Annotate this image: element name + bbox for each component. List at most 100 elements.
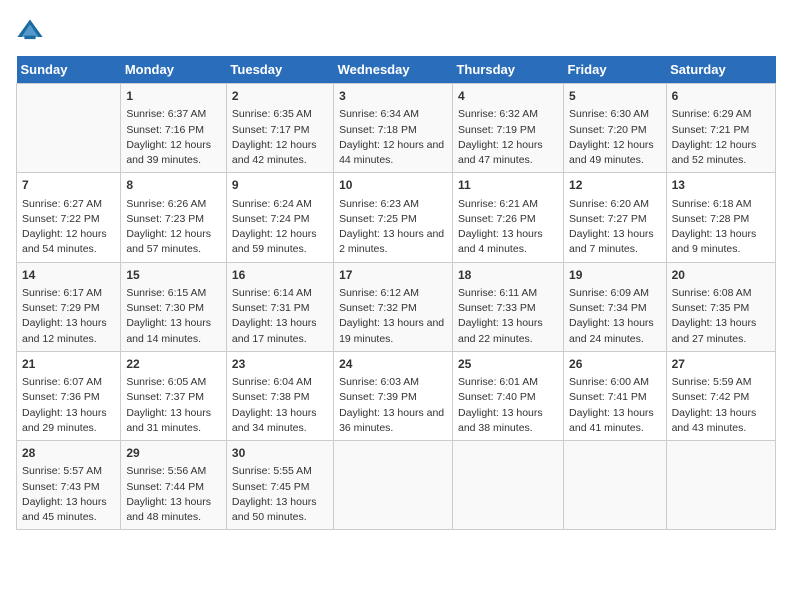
- day-cell: 18 Sunrise: 6:11 AMSunset: 7:33 PMDayligh…: [452, 262, 563, 351]
- day-cell: 13 Sunrise: 6:18 AMSunset: 7:28 PMDayligh…: [666, 173, 775, 262]
- day-number: 3: [339, 88, 447, 105]
- day-info: Sunrise: 5:59 AMSunset: 7:42 PMDaylight:…: [672, 375, 770, 436]
- week-row-2: 14 Sunrise: 6:17 AMSunset: 7:29 PMDayligh…: [17, 262, 776, 351]
- day-number: 6: [672, 88, 770, 105]
- day-info: Sunrise: 6:11 AMSunset: 7:33 PMDaylight:…: [458, 286, 558, 347]
- day-info: Sunrise: 5:56 AMSunset: 7:44 PMDaylight:…: [126, 464, 221, 525]
- day-number: 11: [458, 177, 558, 194]
- day-number: 27: [672, 356, 770, 373]
- day-info: Sunrise: 5:57 AMSunset: 7:43 PMDaylight:…: [22, 464, 115, 525]
- day-info: Sunrise: 6:34 AMSunset: 7:18 PMDaylight:…: [339, 107, 447, 168]
- week-row-0: 1Sunrise: 6:37 AMSunset: 7:16 PMDaylight…: [17, 84, 776, 173]
- day-cell: 15 Sunrise: 6:15 AMSunset: 7:30 PMDayligh…: [121, 262, 227, 351]
- day-cell: 16 Sunrise: 6:14 AMSunset: 7:31 PMDayligh…: [226, 262, 333, 351]
- day-number: 18: [458, 267, 558, 284]
- day-cell: 2 Sunrise: 6:35 AMSunset: 7:17 PMDaylight…: [226, 84, 333, 173]
- day-number: 26: [569, 356, 661, 373]
- day-info: Sunrise: 6:00 AMSunset: 7:41 PMDaylight:…: [569, 375, 661, 436]
- day-cell: [334, 441, 453, 530]
- day-info: Sunrise: 6:18 AMSunset: 7:28 PMDaylight:…: [672, 197, 770, 258]
- day-cell: 28 Sunrise: 5:57 AMSunset: 7:43 PMDayligh…: [17, 441, 121, 530]
- day-number: 24: [339, 356, 447, 373]
- calendar-table: SundayMondayTuesdayWednesdayThursdayFrid…: [16, 56, 776, 530]
- day-number: 10: [339, 177, 447, 194]
- day-cell: 11 Sunrise: 6:21 AMSunset: 7:26 PMDayligh…: [452, 173, 563, 262]
- day-cell: 19 Sunrise: 6:09 AMSunset: 7:34 PMDayligh…: [564, 262, 667, 351]
- day-cell: [17, 84, 121, 173]
- day-number: 14: [22, 267, 115, 284]
- day-info: Sunrise: 6:37 AMSunset: 7:16 PMDaylight:…: [126, 107, 221, 168]
- day-cell: 17Sunrise: 6:12 AMSunset: 7:32 PMDayligh…: [334, 262, 453, 351]
- day-number: 7: [22, 177, 115, 194]
- header-day-sunday: Sunday: [17, 56, 121, 84]
- day-cell: 23 Sunrise: 6:04 AMSunset: 7:38 PMDayligh…: [226, 351, 333, 440]
- day-info: Sunrise: 5:55 AMSunset: 7:45 PMDaylight:…: [232, 464, 328, 525]
- week-row-3: 21Sunrise: 6:07 AMSunset: 7:36 PMDayligh…: [17, 351, 776, 440]
- day-cell: 14 Sunrise: 6:17 AMSunset: 7:29 PMDayligh…: [17, 262, 121, 351]
- day-info: Sunrise: 6:17 AMSunset: 7:29 PMDaylight:…: [22, 286, 115, 347]
- day-number: 30: [232, 445, 328, 462]
- day-info: Sunrise: 6:05 AMSunset: 7:37 PMDaylight:…: [126, 375, 221, 436]
- calendar-body: 1Sunrise: 6:37 AMSunset: 7:16 PMDaylight…: [17, 84, 776, 530]
- day-cell: 22 Sunrise: 6:05 AMSunset: 7:37 PMDayligh…: [121, 351, 227, 440]
- day-cell: 5 Sunrise: 6:30 AMSunset: 7:20 PMDaylight…: [564, 84, 667, 173]
- day-cell: 20Sunrise: 6:08 AMSunset: 7:35 PMDayligh…: [666, 262, 775, 351]
- day-cell: 7 Sunrise: 6:27 AMSunset: 7:22 PMDaylight…: [17, 173, 121, 262]
- day-info: Sunrise: 6:26 AMSunset: 7:23 PMDaylight:…: [126, 197, 221, 258]
- day-info: Sunrise: 6:32 AMSunset: 7:19 PMDaylight:…: [458, 107, 558, 168]
- day-info: Sunrise: 6:14 AMSunset: 7:31 PMDaylight:…: [232, 286, 328, 347]
- day-info: Sunrise: 6:29 AMSunset: 7:21 PMDaylight:…: [672, 107, 770, 168]
- day-cell: 10 Sunrise: 6:23 AMSunset: 7:25 PMDayligh…: [334, 173, 453, 262]
- day-cell: 27 Sunrise: 5:59 AMSunset: 7:42 PMDayligh…: [666, 351, 775, 440]
- day-info: Sunrise: 6:24 AMSunset: 7:24 PMDaylight:…: [232, 197, 328, 258]
- day-cell: 8 Sunrise: 6:26 AMSunset: 7:23 PMDaylight…: [121, 173, 227, 262]
- day-info: Sunrise: 6:27 AMSunset: 7:22 PMDaylight:…: [22, 197, 115, 258]
- day-number: 2: [232, 88, 328, 105]
- logo: [16, 16, 46, 44]
- day-cell: 3 Sunrise: 6:34 AMSunset: 7:18 PMDaylight…: [334, 84, 453, 173]
- week-row-1: 7 Sunrise: 6:27 AMSunset: 7:22 PMDaylight…: [17, 173, 776, 262]
- day-cell: [564, 441, 667, 530]
- day-cell: 4Sunrise: 6:32 AMSunset: 7:19 PMDaylight…: [452, 84, 563, 173]
- day-number: 5: [569, 88, 661, 105]
- day-number: 8: [126, 177, 221, 194]
- day-info: Sunrise: 6:30 AMSunset: 7:20 PMDaylight:…: [569, 107, 661, 168]
- day-info: Sunrise: 6:12 AMSunset: 7:32 PMDaylight:…: [339, 286, 447, 347]
- day-info: Sunrise: 6:35 AMSunset: 7:17 PMDaylight:…: [232, 107, 328, 168]
- day-info: Sunrise: 6:15 AMSunset: 7:30 PMDaylight:…: [126, 286, 221, 347]
- day-cell: 24 Sunrise: 6:03 AMSunset: 7:39 PMDayligh…: [334, 351, 453, 440]
- day-number: 28: [22, 445, 115, 462]
- day-info: Sunrise: 6:23 AMSunset: 7:25 PMDaylight:…: [339, 197, 447, 258]
- day-cell: 25 Sunrise: 6:01 AMSunset: 7:40 PMDayligh…: [452, 351, 563, 440]
- day-cell: 30 Sunrise: 5:55 AMSunset: 7:45 PMDayligh…: [226, 441, 333, 530]
- day-number: 29: [126, 445, 221, 462]
- logo-icon: [16, 16, 44, 44]
- day-cell: 6 Sunrise: 6:29 AMSunset: 7:21 PMDaylight…: [666, 84, 775, 173]
- header-day-wednesday: Wednesday: [334, 56, 453, 84]
- day-cell: 9Sunrise: 6:24 AMSunset: 7:24 PMDaylight…: [226, 173, 333, 262]
- day-number: 19: [569, 267, 661, 284]
- day-number: 25: [458, 356, 558, 373]
- day-number: 21: [22, 356, 115, 373]
- header-day-monday: Monday: [121, 56, 227, 84]
- day-info: Sunrise: 6:03 AMSunset: 7:39 PMDaylight:…: [339, 375, 447, 436]
- calendar-header-row: SundayMondayTuesdayWednesdayThursdayFrid…: [17, 56, 776, 84]
- day-info: Sunrise: 6:04 AMSunset: 7:38 PMDaylight:…: [232, 375, 328, 436]
- day-info: Sunrise: 6:20 AMSunset: 7:27 PMDaylight:…: [569, 197, 661, 258]
- day-number: 22: [126, 356, 221, 373]
- day-cell: 26 Sunrise: 6:00 AMSunset: 7:41 PMDayligh…: [564, 351, 667, 440]
- day-info: Sunrise: 6:01 AMSunset: 7:40 PMDaylight:…: [458, 375, 558, 436]
- header-day-tuesday: Tuesday: [226, 56, 333, 84]
- header-day-thursday: Thursday: [452, 56, 563, 84]
- day-number: 15: [126, 267, 221, 284]
- day-cell: 21Sunrise: 6:07 AMSunset: 7:36 PMDayligh…: [17, 351, 121, 440]
- page-header: [16, 16, 776, 44]
- header-day-saturday: Saturday: [666, 56, 775, 84]
- day-cell: 1Sunrise: 6:37 AMSunset: 7:16 PMDaylight…: [121, 84, 227, 173]
- day-info: Sunrise: 6:21 AMSunset: 7:26 PMDaylight:…: [458, 197, 558, 258]
- day-number: 16: [232, 267, 328, 284]
- day-number: 23: [232, 356, 328, 373]
- day-info: Sunrise: 6:09 AMSunset: 7:34 PMDaylight:…: [569, 286, 661, 347]
- day-info: Sunrise: 6:08 AMSunset: 7:35 PMDaylight:…: [672, 286, 770, 347]
- day-number: 13: [672, 177, 770, 194]
